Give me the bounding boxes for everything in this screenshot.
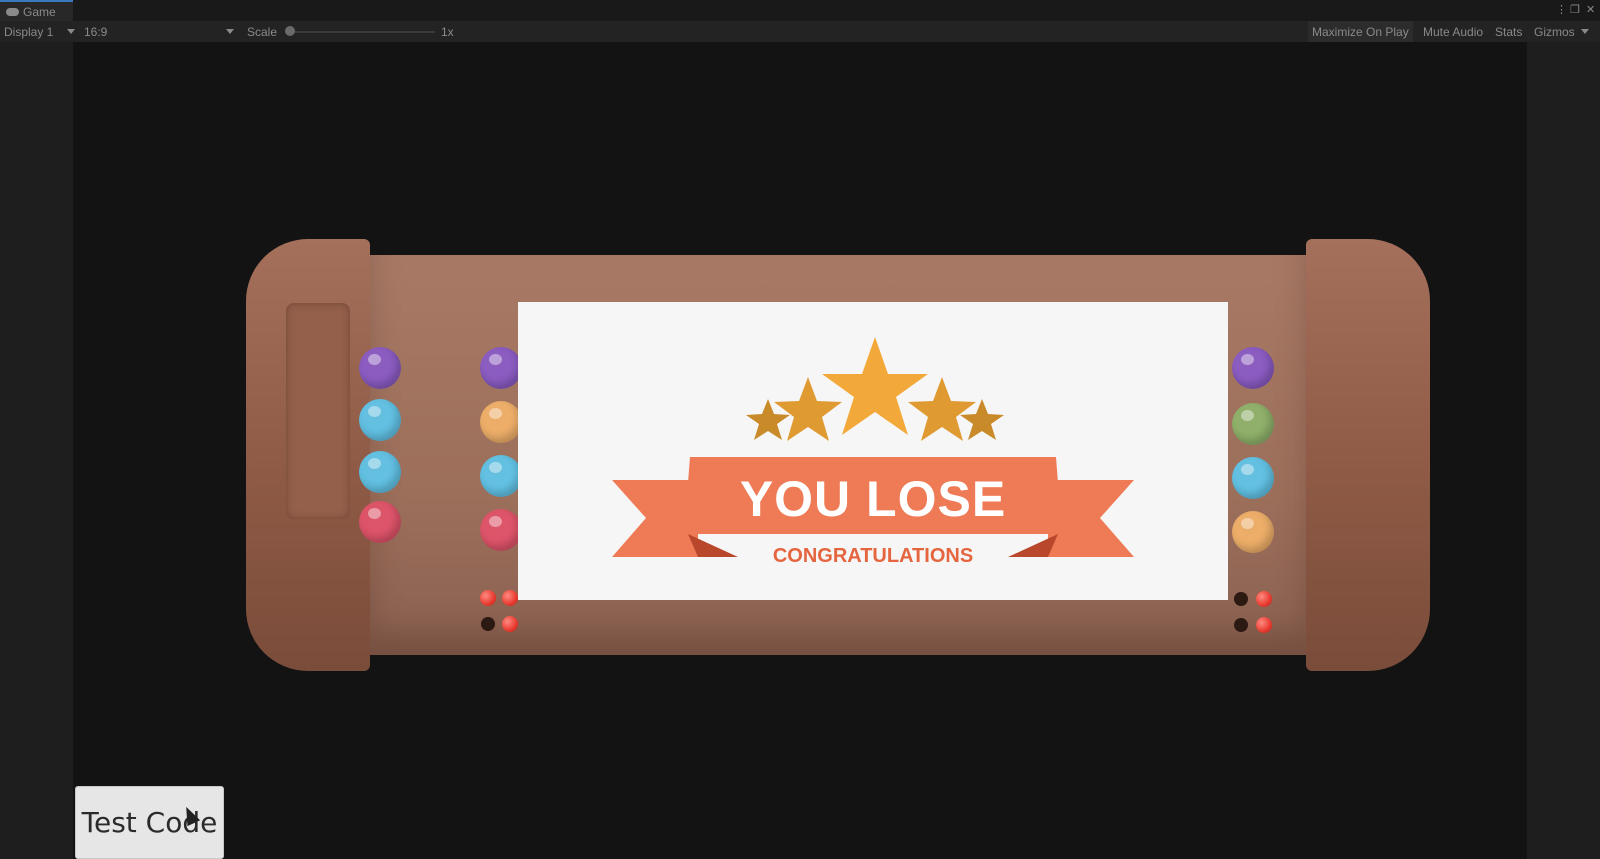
- scale-slider-track[interactable]: [289, 31, 435, 33]
- indicator-light-off: [1234, 618, 1248, 632]
- banner-title: YOU LOSE: [740, 471, 1006, 527]
- gem: [1232, 511, 1274, 553]
- indicator-light-red: [502, 616, 518, 632]
- test-code-button[interactable]: Test Code: [75, 786, 224, 859]
- indicator-light-red: [480, 590, 496, 606]
- ribbon-tail-left: [612, 480, 698, 557]
- display-dropdown[interactable]: Display 1: [4, 21, 76, 42]
- indicator-light-red: [1256, 591, 1272, 607]
- console-right-cap: [1306, 239, 1430, 671]
- mute-audio-toggle[interactable]: Mute Audio: [1423, 21, 1483, 42]
- chevron-down-icon: [67, 29, 76, 34]
- aspect-dropdown[interactable]: 16:9: [84, 21, 238, 42]
- left-gutter: [0, 42, 73, 859]
- game-console: YOU LOSE CONGRATULATIONS: [246, 239, 1430, 671]
- indicator-light-off: [481, 617, 495, 631]
- indicator-light-red: [502, 590, 518, 606]
- gem: [480, 347, 522, 389]
- indicator-light-off: [1234, 592, 1248, 606]
- result-screen: YOU LOSE CONGRATULATIONS: [518, 302, 1228, 600]
- gem: [480, 401, 522, 443]
- left-gem-panel: [286, 303, 350, 519]
- scale-value: 1x: [441, 24, 454, 39]
- lose-banner-graphic: YOU LOSE CONGRATULATIONS: [612, 337, 1134, 567]
- star-icon: [774, 377, 842, 441]
- gem: [359, 451, 401, 493]
- gem: [480, 509, 522, 551]
- scale-label: Scale: [247, 24, 278, 39]
- banner-subtitle: CONGRATULATIONS: [773, 545, 973, 567]
- game-toolbar: Display 1 16:9 Scale 1x Maximize On Play…: [0, 21, 1600, 42]
- chevron-down-icon: [226, 29, 234, 34]
- gem: [1232, 403, 1274, 445]
- gem: [480, 455, 522, 497]
- right-gutter: [1527, 42, 1600, 859]
- gem: [1232, 457, 1274, 499]
- console-left-cap: [246, 239, 370, 671]
- gizmos-dropdown[interactable]: Gizmos: [1534, 21, 1589, 42]
- gem: [359, 501, 401, 543]
- chevron-down-icon: [1580, 29, 1589, 34]
- restore-window-icon[interactable]: ❐: [1570, 3, 1580, 17]
- gem: [359, 347, 401, 389]
- close-icon[interactable]: ✕: [1586, 3, 1595, 17]
- display-dropdown-label: Display 1: [4, 24, 54, 39]
- game-view[interactable]: YOU LOSE CONGRATULATIONS: [73, 42, 1527, 859]
- star-icon: [908, 377, 976, 441]
- star-icon: [822, 337, 928, 435]
- stats-toggle[interactable]: Stats: [1495, 21, 1522, 42]
- gem: [359, 399, 401, 441]
- indicator-light-red: [1256, 617, 1272, 633]
- gamepad-icon: [6, 7, 19, 16]
- tab-game-label: Game: [23, 4, 56, 19]
- gem: [1232, 347, 1274, 389]
- gizmos-label: Gizmos: [1534, 24, 1575, 39]
- scale-slider-thumb[interactable]: [285, 26, 295, 36]
- ribbon-tail-right: [1048, 480, 1134, 557]
- aspect-dropdown-label: 16:9: [84, 24, 108, 39]
- kebab-menu-icon[interactable]: ⋮: [1556, 3, 1567, 17]
- window-tab-bar: Game ⋮ ❐ ✕: [0, 0, 1600, 21]
- tab-game[interactable]: Game: [0, 0, 73, 21]
- maximize-on-play-toggle[interactable]: Maximize On Play: [1308, 21, 1413, 42]
